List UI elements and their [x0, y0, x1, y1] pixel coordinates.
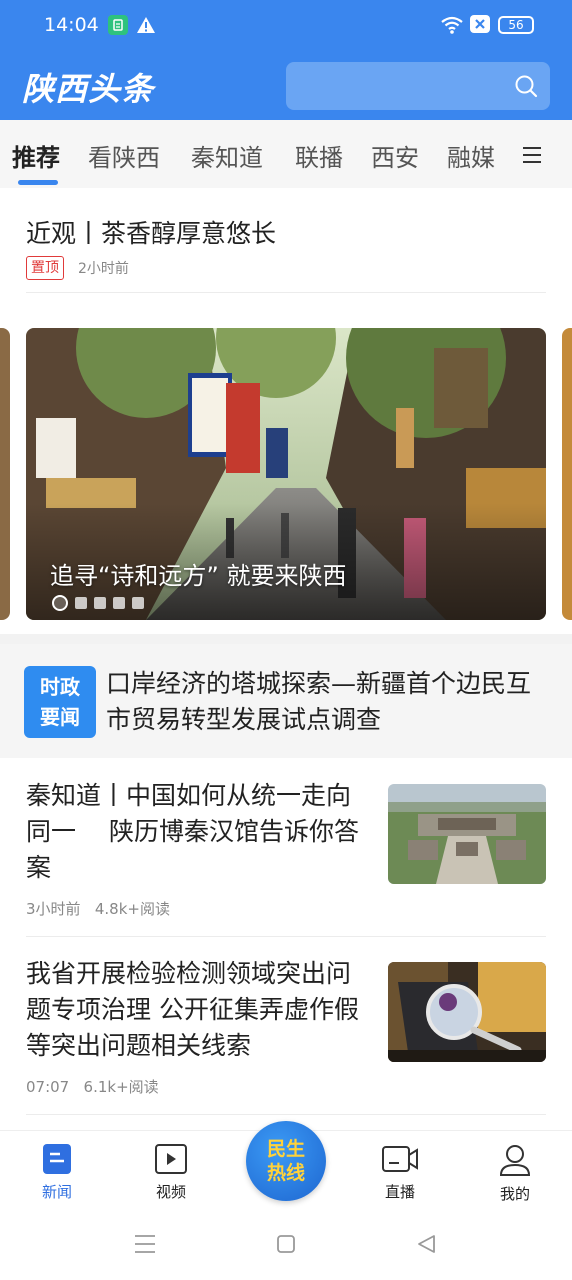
- article-thumbnail[interactable]: [388, 784, 546, 884]
- live-camera-icon: [382, 1146, 418, 1172]
- nav-news[interactable]: 新闻: [22, 1143, 92, 1202]
- active-tab-indicator: [18, 180, 58, 185]
- headline-title[interactable]: 口岸经济的塔城探索—新疆首个边民互市贸易转型发展试点调查: [106, 666, 546, 738]
- channel-tabs: 推荐 看陕西 秦知道 联播 西安 融媒: [0, 120, 572, 188]
- section-gap: [0, 634, 572, 644]
- wifi-icon: [440, 15, 464, 35]
- article-title[interactable]: 我省开展检验检测领域突出问题专项治理 公开征集弄虚作假等突出问题相关线索: [26, 956, 372, 1064]
- carousel-dot[interactable]: [113, 597, 125, 609]
- carousel-next-slide[interactable]: [562, 328, 572, 620]
- carousel-caption[interactable]: 追寻“诗和远方” 就要来陕西: [50, 556, 347, 591]
- tab-qin-zhidao[interactable]: 秦知道: [191, 138, 263, 173]
- carousel-dot[interactable]: [132, 597, 144, 609]
- magnifier-laptop-image: [388, 962, 546, 1062]
- wechat-notification-icon: [108, 15, 128, 35]
- article-thumbnail[interactable]: [388, 962, 546, 1062]
- nav-mine-label: 我的: [499, 1185, 530, 1203]
- nav-live-label: 直播: [384, 1183, 415, 1201]
- home-icon[interactable]: [276, 1234, 296, 1254]
- tab-xian[interactable]: 西安: [371, 138, 419, 173]
- app-logo: 陕西头条: [22, 70, 155, 108]
- warning-icon: [136, 15, 156, 35]
- tab-broadcast[interactable]: 联播: [295, 138, 343, 173]
- article-meta: 07:07 6.1k+阅读: [26, 1076, 159, 1097]
- menu-icon[interactable]: [522, 146, 542, 164]
- article-reads: 4.8k+阅读: [94, 900, 170, 918]
- hotline-line-1: 民生: [266, 1138, 305, 1160]
- divider: [26, 936, 546, 937]
- livelihood-hotline-button[interactable]: 民生 热线: [246, 1121, 326, 1201]
- app-header: 14:04 56 陕西头条: [0, 0, 572, 120]
- nav-live[interactable]: 直播: [365, 1143, 435, 1202]
- search-input[interactable]: [286, 62, 550, 110]
- article-reads: 6.1k+阅读: [83, 1078, 159, 1096]
- user-icon: [499, 1145, 531, 1176]
- carousel-dot[interactable]: [94, 597, 106, 609]
- carousel-dot[interactable]: [75, 597, 87, 609]
- nav-mine[interactable]: 我的: [480, 1143, 550, 1204]
- sim-off-icon: [470, 15, 490, 33]
- article-time: 3小时前: [26, 900, 81, 918]
- news-icon: [43, 1144, 71, 1174]
- carousel[interactable]: 追寻“诗和远方” 就要来陕西: [26, 328, 546, 620]
- system-nav-bar: [0, 1210, 572, 1280]
- carousel-prev-slide[interactable]: [0, 328, 10, 620]
- tab-recommend[interactable]: 推荐: [12, 138, 60, 173]
- palace-aerial-image: [388, 784, 546, 884]
- nav-news-label: 新闻: [41, 1183, 72, 1201]
- divider: [26, 292, 546, 293]
- back-icon[interactable]: [416, 1234, 436, 1254]
- tab-kan-shaanxi[interactable]: 看陕西: [88, 138, 160, 173]
- battery-icon: 56: [498, 16, 534, 34]
- tab-media[interactable]: 融媒: [447, 138, 495, 173]
- headline-news[interactable]: 时政 要闻 口岸经济的塔城探索—新疆首个边民互市贸易转型发展试点调查: [0, 644, 572, 758]
- bottom-nav: 新闻 视频 民生 热线 直播 我的: [0, 1121, 572, 1210]
- hotline-line-2: 热线: [266, 1162, 305, 1184]
- status-bar: 14:04 56: [0, 0, 572, 52]
- nav-video-label: 视频: [155, 1183, 186, 1201]
- article-title[interactable]: 秦知道丨中国如何从统一走向同一 陕历博秦汉馆告诉你答案: [26, 778, 372, 886]
- badge-line-2: 要闻: [40, 705, 80, 729]
- article-meta: 3小时前 4.8k+阅读: [26, 898, 170, 919]
- pinned-article-title[interactable]: 近观丨茶香醇厚意悠长: [26, 214, 276, 250]
- search-icon[interactable]: [514, 74, 538, 98]
- article-time: 07:07: [26, 1078, 70, 1096]
- recent-apps-icon[interactable]: [134, 1234, 156, 1254]
- nav-video[interactable]: 视频: [136, 1143, 206, 1202]
- carousel-dot[interactable]: [52, 595, 68, 611]
- video-icon: [155, 1144, 187, 1174]
- badge-line-1: 时政: [40, 675, 80, 699]
- status-time: 14:04: [44, 14, 99, 36]
- carousel-indicator: [52, 595, 144, 611]
- divider: [26, 1114, 546, 1115]
- current-affairs-badge: 时政 要闻: [24, 666, 96, 738]
- pinned-article-time: 2小时前: [78, 261, 129, 277]
- pinned-badge: 置顶: [26, 256, 64, 280]
